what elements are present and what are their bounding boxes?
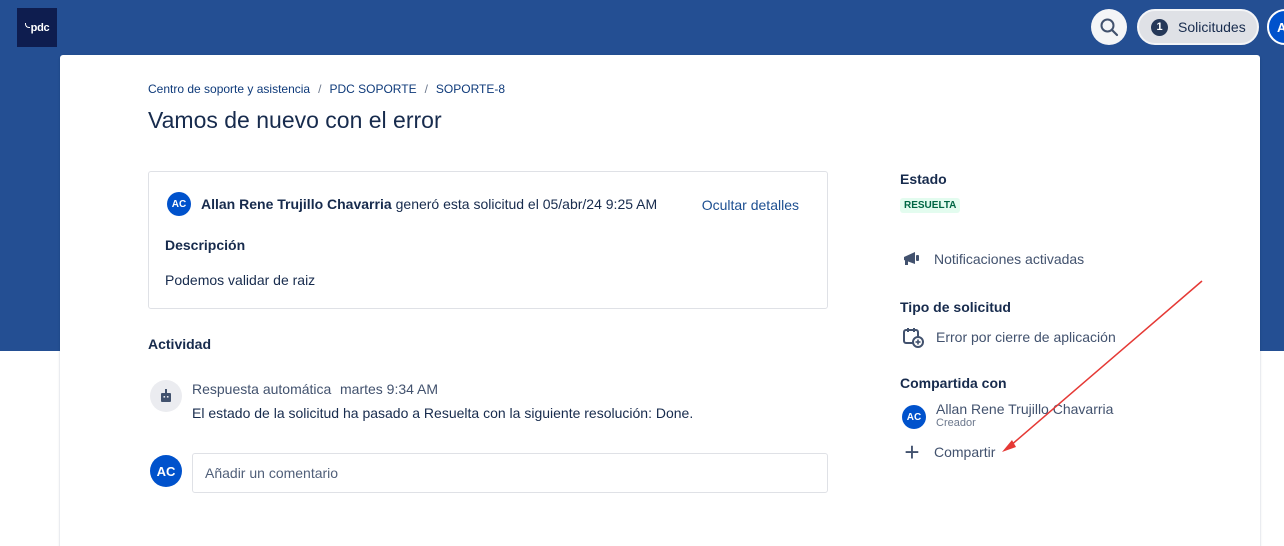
search-button[interactable]	[1091, 9, 1127, 45]
status-badge: RESUELTA	[900, 198, 961, 213]
activity-author: Respuesta automática	[192, 381, 332, 397]
share-label: Compartir	[934, 444, 996, 460]
share-button[interactable]: + Compartir	[900, 437, 996, 467]
request-type: Error por cierre de aplicación	[902, 326, 1116, 348]
request-card: Centro de soporte y asistencia / PDC SOP…	[60, 55, 1260, 546]
comment-user-avatar: AC	[150, 455, 182, 487]
breadcrumb-separator: /	[318, 82, 322, 96]
bot-avatar	[150, 380, 182, 412]
comment-input[interactable]	[192, 453, 828, 493]
shared-person-name: Allan Rene Trujillo Chavarria	[936, 401, 1114, 417]
robot-icon	[161, 389, 171, 402]
activity-text: El estado de la solicitud ha pasado a Re…	[192, 405, 694, 421]
logo-mark-icon	[24, 23, 30, 28]
request-meta: generó esta solicitud el 05/abr/24 9:25 …	[395, 196, 658, 212]
status-heading: Estado	[900, 171, 947, 187]
description-text: Podemos validar de raiz	[165, 272, 316, 288]
page-title: Vamos de nuevo con el error	[148, 107, 442, 133]
description-heading: Descripción	[165, 237, 246, 253]
notifications-label: Notificaciones activadas	[934, 251, 1085, 267]
breadcrumb-separator: /	[424, 82, 428, 96]
details-header: AC Allan Rene Trujillo Chavarria generó …	[167, 192, 657, 216]
pdc-logo[interactable]: pdc	[17, 8, 57, 47]
requests-label: Solicitudes	[1178, 19, 1246, 35]
activity-item: Respuesta automática martes 9:34 AM El e…	[150, 380, 790, 421]
breadcrumb-project[interactable]: PDC SOPORTE	[329, 82, 416, 96]
author-avatar: AC	[167, 192, 191, 216]
logo-text: pdc	[30, 21, 50, 34]
shared-with-heading: Compartida con	[900, 375, 1007, 391]
shared-person: AC Allan Rene Trujillo Chavarria Creador	[902, 401, 1113, 429]
shared-person-info: Allan Rene Trujillo Chavarria Creador	[936, 401, 1113, 429]
breadcrumb-help-center[interactable]: Centro de soporte y asistencia	[148, 82, 310, 96]
activity-time: martes 9:34 AM	[340, 381, 439, 397]
shared-person-role: Creador	[936, 417, 976, 429]
hide-details-link[interactable]: Ocultar detalles	[702, 197, 799, 213]
plus-icon: +	[904, 437, 920, 467]
request-details-panel: AC Allan Rene Trujillo Chavarria generó …	[148, 171, 828, 309]
activity-heading: Actividad	[148, 336, 212, 352]
requests-count-badge: 1	[1151, 18, 1168, 36]
shared-person-avatar: AC	[902, 405, 926, 429]
breadcrumb-request-key[interactable]: SOPORTE-8	[436, 82, 505, 96]
megaphone-icon	[900, 248, 922, 270]
author-name: Allan Rene Trujillo Chavarria	[201, 196, 392, 212]
calendar-plus-icon	[902, 326, 924, 348]
requests-button[interactable]: 1 Solicitudes	[1137, 9, 1259, 45]
profile-initial: A	[1277, 19, 1284, 35]
notifications-toggle[interactable]: Notificaciones activadas	[900, 248, 1084, 270]
request-type-value: Error por cierre de aplicación	[936, 329, 1116, 345]
breadcrumb: Centro de soporte y asistencia / PDC SOP…	[148, 82, 505, 96]
request-type-heading: Tipo de solicitud	[900, 299, 1011, 315]
search-icon	[1100, 18, 1119, 37]
